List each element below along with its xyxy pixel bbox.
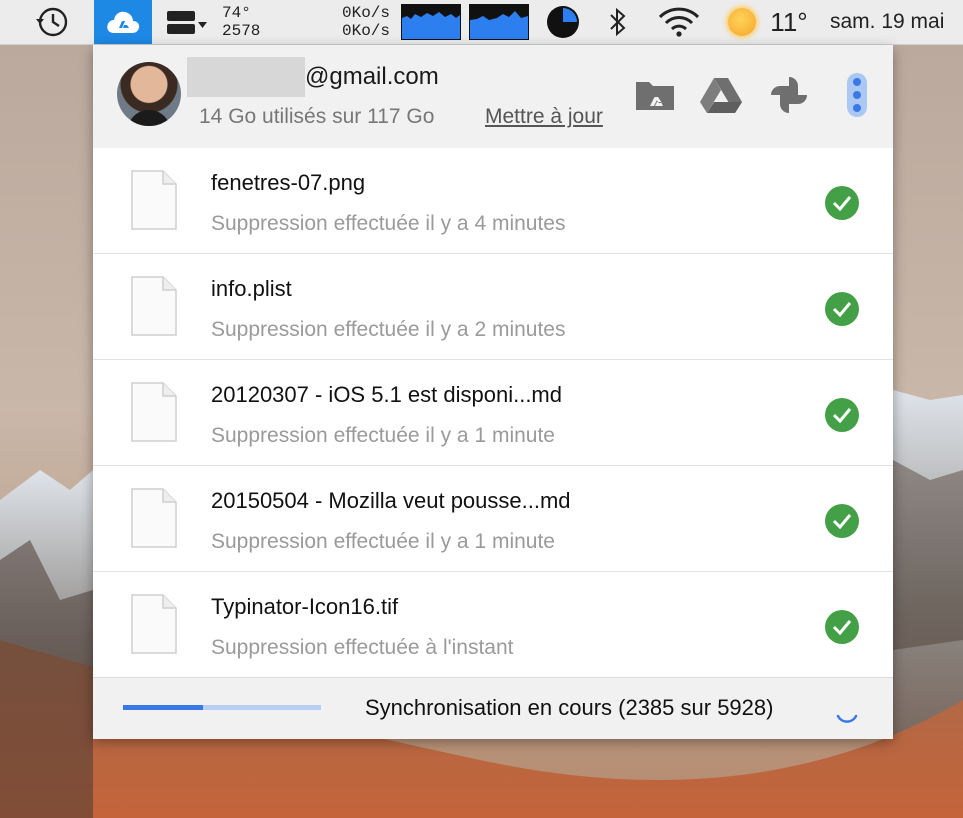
file-status: Suppression effectuée il y a 1 minute [211, 530, 555, 553]
menu-bar: 74° 2578 0Ko/s 0Ko/s 11° sam. 19 mai [0, 0, 963, 45]
check-icon [825, 292, 859, 326]
sync-status-text: Synchronisation en cours (2385 sur 5928) [365, 695, 774, 720]
account-header: @gmail.com 14 Go utilisés sur 117 Go Met… [93, 45, 893, 149]
network-download: 0Ko/s [341, 22, 390, 40]
list-item[interactable]: 20150504 - Mozilla veut pousse...md Supp… [93, 466, 893, 572]
time-machine-icon[interactable] [30, 0, 74, 44]
check-icon [825, 398, 859, 432]
file-status: Suppression effectuée il y a 2 minutes [211, 318, 566, 341]
wifi-icon[interactable] [656, 0, 702, 44]
file-name: 20120307 - iOS 5.1 est disponi...md [211, 382, 562, 407]
list-item[interactable]: fenetres-07.png Suppression effectuée il… [93, 148, 893, 254]
weather-temperature: 11° [770, 6, 808, 37]
storage-quota: 14 Go utilisés sur 117 Go [199, 105, 435, 128]
weather[interactable]: 11° [718, 0, 818, 44]
file-icon [131, 382, 177, 442]
sync-progress-fill [123, 705, 203, 710]
bluetooth-icon[interactable] [604, 0, 632, 44]
fan-speed: 2578 [222, 22, 261, 40]
google-drive-cloud-icon[interactable] [94, 0, 152, 44]
check-icon [825, 610, 859, 644]
menu-clock[interactable]: sam. 19 mai [830, 0, 963, 44]
sync-progress-bar [123, 705, 321, 710]
file-status: Suppression effectuée il y a 4 minutes [211, 212, 566, 235]
memory-icon[interactable] [160, 0, 212, 44]
file-status: Suppression effectuée à l'instant [211, 636, 514, 659]
network-stats[interactable]: 0Ko/s 0Ko/s [330, 0, 390, 44]
file-status: Suppression effectuée il y a 1 minute [211, 424, 555, 447]
file-icon [131, 170, 177, 230]
check-icon [825, 504, 859, 538]
cpu-graph-icon[interactable] [469, 0, 529, 44]
drive-sync-panel: @gmail.com 14 Go utilisés sur 117 Go Met… [93, 45, 893, 739]
system-stats[interactable]: 74° 2578 [222, 0, 282, 44]
list-item[interactable]: Typinator-Icon16.tif Suppression effectu… [93, 572, 893, 678]
check-icon [825, 186, 859, 220]
email-redacted [187, 57, 305, 97]
account-email: @gmail.com [305, 63, 439, 90]
network-graph-icon[interactable] [401, 0, 461, 44]
pie-icon[interactable] [543, 0, 583, 44]
list-item[interactable]: 20120307 - iOS 5.1 est disponi...md Supp… [93, 360, 893, 466]
file-name: 20150504 - Mozilla veut pousse...md [211, 488, 571, 513]
file-icon [131, 594, 177, 654]
file-name: info.plist [211, 276, 292, 301]
clock-text: sam. 19 mai [830, 10, 945, 33]
network-upload: 0Ko/s [341, 4, 390, 22]
file-name: fenetres-07.png [211, 170, 366, 195]
sync-status-bar: Synchronisation en cours (2385 sur 5928) [93, 677, 893, 739]
more-vertical-icon[interactable] [835, 73, 879, 117]
google-drive-icon[interactable] [699, 75, 743, 115]
folder-drive-icon[interactable] [633, 75, 677, 115]
cpu-temperature: 74° [222, 4, 251, 22]
list-item[interactable]: info.plist Suppression effectuée il y a … [93, 254, 893, 360]
avatar[interactable] [117, 62, 181, 126]
sun-icon [728, 8, 757, 36]
upgrade-link[interactable]: Mettre à jour [485, 105, 603, 129]
file-icon [131, 488, 177, 548]
spinner-icon [836, 714, 858, 723]
file-icon [131, 276, 177, 336]
file-name: Typinator-Icon16.tif [211, 594, 399, 619]
google-photos-icon[interactable] [767, 75, 811, 115]
